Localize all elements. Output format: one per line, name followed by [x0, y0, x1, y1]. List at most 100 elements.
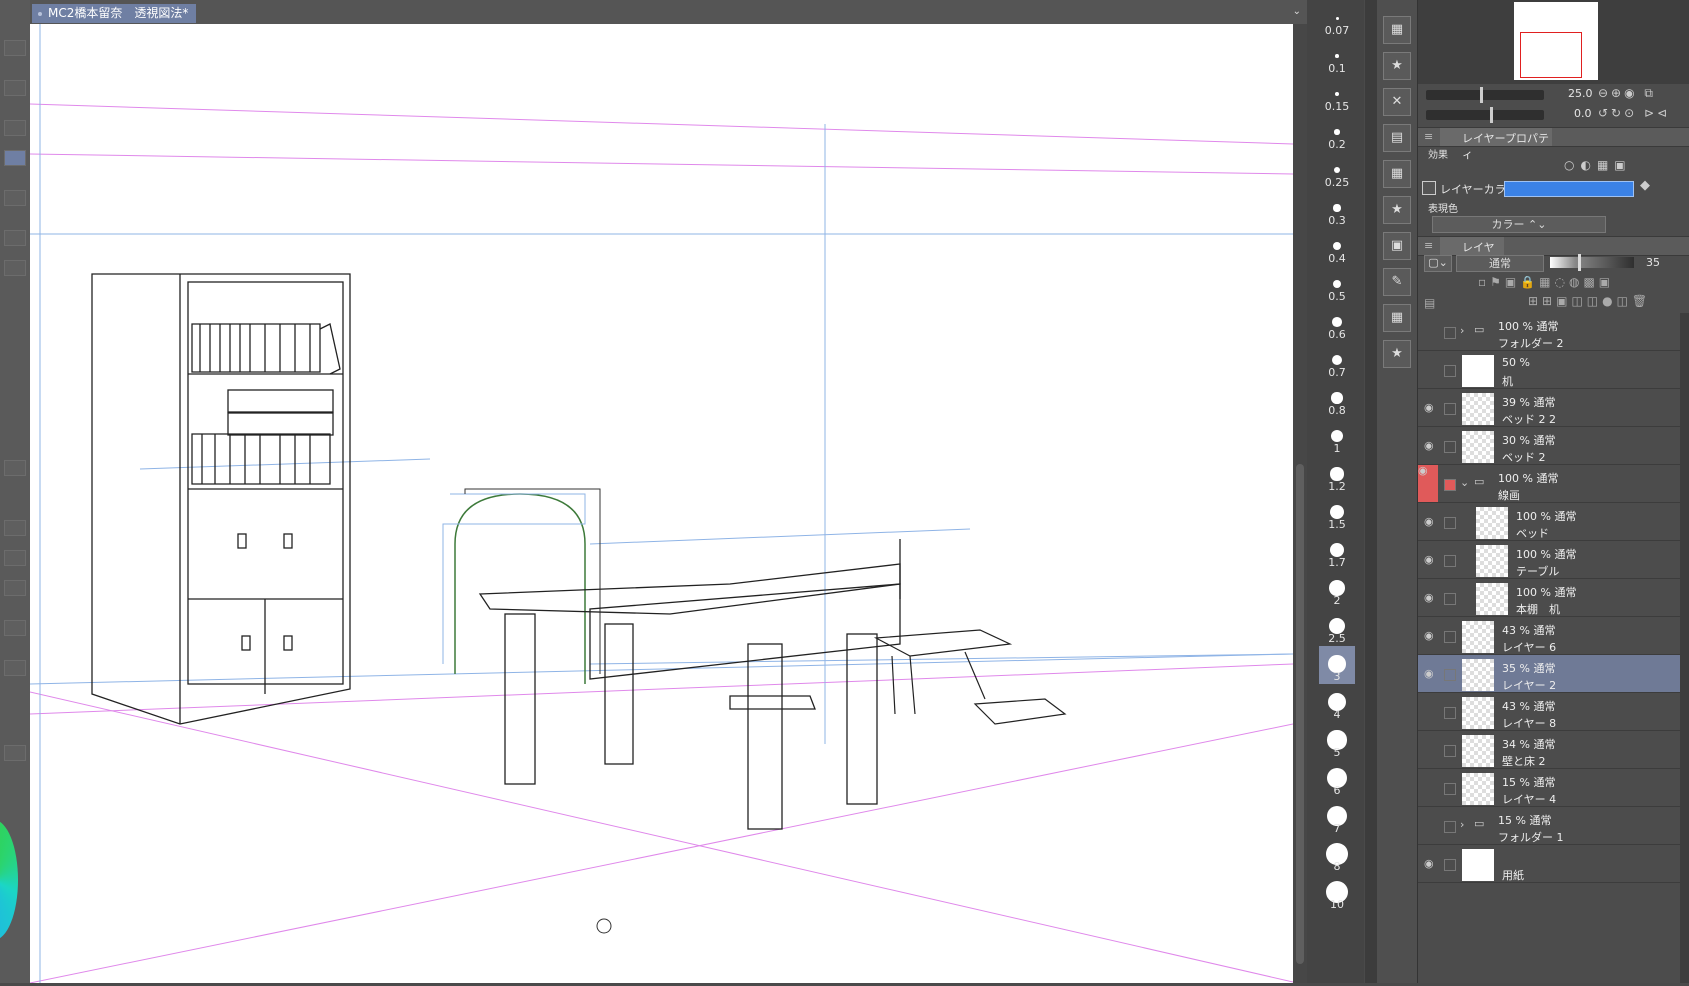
eye-icon[interactable]: ◉: [1424, 592, 1438, 604]
opacity-slider[interactable]: [1550, 254, 1634, 271]
brush-size-option[interactable]: 6: [1319, 760, 1355, 798]
layer-select-checkbox[interactable]: [1444, 479, 1456, 491]
layer-list-scrollbar[interactable]: [1680, 313, 1689, 983]
tool-icon[interactable]: [4, 520, 26, 536]
brush-palette-scrollbar[interactable]: [1365, 0, 1377, 983]
layer-row[interactable]: ◉ 用紙: [1418, 845, 1680, 883]
eye-icon[interactable]: ◉: [1424, 554, 1438, 566]
star-icon[interactable]: ★: [1383, 196, 1411, 224]
trash-icon[interactable]: [4, 460, 26, 476]
edit-icon[interactable]: ✎: [1383, 268, 1411, 296]
layer-row[interactable]: ◉ 100 % 通常 テーブル: [1418, 541, 1680, 579]
brush-size-option[interactable]: 0.2: [1319, 114, 1355, 152]
color-wheel[interactable]: [0, 820, 18, 940]
brush-size-option[interactable]: 2.5: [1319, 608, 1355, 646]
brush-size-option[interactable]: 3: [1319, 646, 1355, 684]
tool-icon[interactable]: [4, 550, 26, 566]
eye-icon[interactable]: ◉: [1424, 440, 1438, 452]
eye-icon[interactable]: ◉: [1424, 858, 1438, 870]
tool-icon[interactable]: [4, 150, 26, 166]
folder-expand-icon[interactable]: ⌄: [1460, 476, 1469, 489]
brush-size-option[interactable]: 0.25: [1319, 152, 1355, 190]
layer-select-checkbox[interactable]: [1444, 783, 1456, 795]
layer-row[interactable]: ◉ 100 % 通常 本棚 机: [1418, 579, 1680, 617]
layer-row[interactable]: › ▭ 100 % 通常 フォルダー 2: [1418, 313, 1680, 351]
layer-type-select[interactable]: ▢⌄: [1424, 255, 1452, 272]
brush-size-option[interactable]: 4: [1319, 684, 1355, 722]
tool-icon[interactable]: [4, 80, 26, 96]
brush-size-option[interactable]: 0.5: [1319, 266, 1355, 304]
chevron-down-icon[interactable]: ⌄: [1293, 6, 1301, 17]
layer-select-checkbox[interactable]: [1444, 593, 1456, 605]
canvas-scrollbar[interactable]: [1293, 24, 1307, 983]
brush-size-option[interactable]: 0.15: [1319, 76, 1355, 114]
folder-expand-icon[interactable]: ›: [1460, 818, 1464, 831]
document-icon[interactable]: ▤: [1383, 124, 1411, 152]
eye-icon[interactable]: ◉: [1424, 630, 1438, 642]
layer-select-checkbox[interactable]: [1444, 555, 1456, 567]
rotate-buttons[interactable]: ↺↻⊙ ⊳⊲: [1598, 106, 1670, 120]
tool-icon[interactable]: [4, 120, 26, 136]
layer-select-checkbox[interactable]: [1444, 403, 1456, 415]
brush-size-option[interactable]: 0.6: [1319, 304, 1355, 342]
folder-expand-icon[interactable]: ›: [1460, 324, 1464, 337]
layer-select-checkbox[interactable]: [1444, 631, 1456, 643]
brush-size-option[interactable]: 1.2: [1319, 456, 1355, 494]
star-icon[interactable]: ★: [1383, 340, 1411, 368]
layer-row[interactable]: › ▭ 15 % 通常 フォルダー 1: [1418, 807, 1680, 845]
blend-mode-select[interactable]: 通常: [1456, 255, 1544, 272]
brush-size-option[interactable]: 0.4: [1319, 228, 1355, 266]
menu-icon[interactable]: ≡: [1424, 239, 1433, 252]
tool-icon[interactable]: [4, 620, 26, 636]
layer-row[interactable]: 34 % 通常 壁と床 2: [1418, 731, 1680, 769]
paint-bucket-icon[interactable]: ◆: [1640, 178, 1650, 193]
brush-size-option[interactable]: 1: [1319, 418, 1355, 456]
grid-icon[interactable]: ▦: [1383, 304, 1411, 332]
layer-color-swatch[interactable]: [1504, 181, 1634, 197]
eye-icon[interactable]: [1424, 744, 1438, 756]
layer-select-checkbox[interactable]: [1444, 707, 1456, 719]
eye-icon[interactable]: [1424, 820, 1438, 832]
drawing-canvas[interactable]: [29, 24, 1294, 984]
eye-icon[interactable]: [1424, 782, 1438, 794]
brush-size-option[interactable]: 7: [1319, 798, 1355, 836]
layer-select-checkbox[interactable]: [1444, 441, 1456, 453]
rotation-slider[interactable]: [1426, 107, 1544, 123]
layer-select-checkbox[interactable]: [1444, 365, 1456, 377]
brush-size-option[interactable]: 1.7: [1319, 532, 1355, 570]
zoom-slider[interactable]: [1426, 87, 1544, 103]
document-tab[interactable]: MC2橋本留奈 透視図法*: [32, 4, 197, 23]
brush-size-option[interactable]: 0.7: [1319, 342, 1355, 380]
grid-icon[interactable]: ▦: [1383, 160, 1411, 188]
menu-icon[interactable]: ≡: [1424, 130, 1433, 143]
wrench-icon[interactable]: [4, 745, 26, 761]
layer-row[interactable]: ◉ 30 % 通常 ベッド 2: [1418, 427, 1680, 465]
effect-buttons[interactable]: ○◐▦▣: [1564, 158, 1674, 174]
layer-row[interactable]: ◉ ⌄ ▭ 100 % 通常 線画: [1418, 465, 1680, 503]
layer-row[interactable]: ◉ 35 % 通常 レイヤー 2: [1418, 655, 1680, 693]
star-icon[interactable]: ★: [1383, 52, 1411, 80]
tool-icon[interactable]: [4, 190, 26, 206]
layer-select-checkbox[interactable]: [1444, 517, 1456, 529]
brush-size-option[interactable]: 0.07: [1319, 0, 1355, 38]
navigator-icon[interactable]: ▦: [1383, 16, 1411, 44]
eye-icon[interactable]: ◉: [1424, 668, 1438, 680]
layer-color-toggle[interactable]: [1422, 181, 1436, 195]
layer-select-checkbox[interactable]: [1444, 821, 1456, 833]
zoom-buttons[interactable]: ⊖⊕◉ ⧉: [1598, 86, 1656, 101]
layer-select-checkbox[interactable]: [1444, 669, 1456, 681]
layer-lock-buttons[interactable]: ▫⚑▣🔒▦◌◍▩▣: [1478, 275, 1614, 289]
eye-icon[interactable]: ◉: [1424, 402, 1438, 414]
tab-layer[interactable]: レイヤー: [1440, 237, 1504, 270]
brush-size-option[interactable]: 1.5: [1319, 494, 1355, 532]
layer-row[interactable]: 43 % 通常 レイヤー 8: [1418, 693, 1680, 731]
brush-size-option[interactable]: 0.8: [1319, 380, 1355, 418]
eye-icon[interactable]: [1424, 326, 1438, 338]
layer-row[interactable]: 15 % 通常 レイヤー 4: [1418, 769, 1680, 807]
layers-icon[interactable]: ▣: [1383, 232, 1411, 260]
close-icon[interactable]: ✕: [1383, 88, 1411, 116]
tool-icon[interactable]: [4, 580, 26, 596]
layer-row[interactable]: ◉ 39 % 通常 ベッド 2 2: [1418, 389, 1680, 427]
layer-select-checkbox[interactable]: [1444, 745, 1456, 757]
eye-icon[interactable]: ◉: [1424, 516, 1438, 528]
